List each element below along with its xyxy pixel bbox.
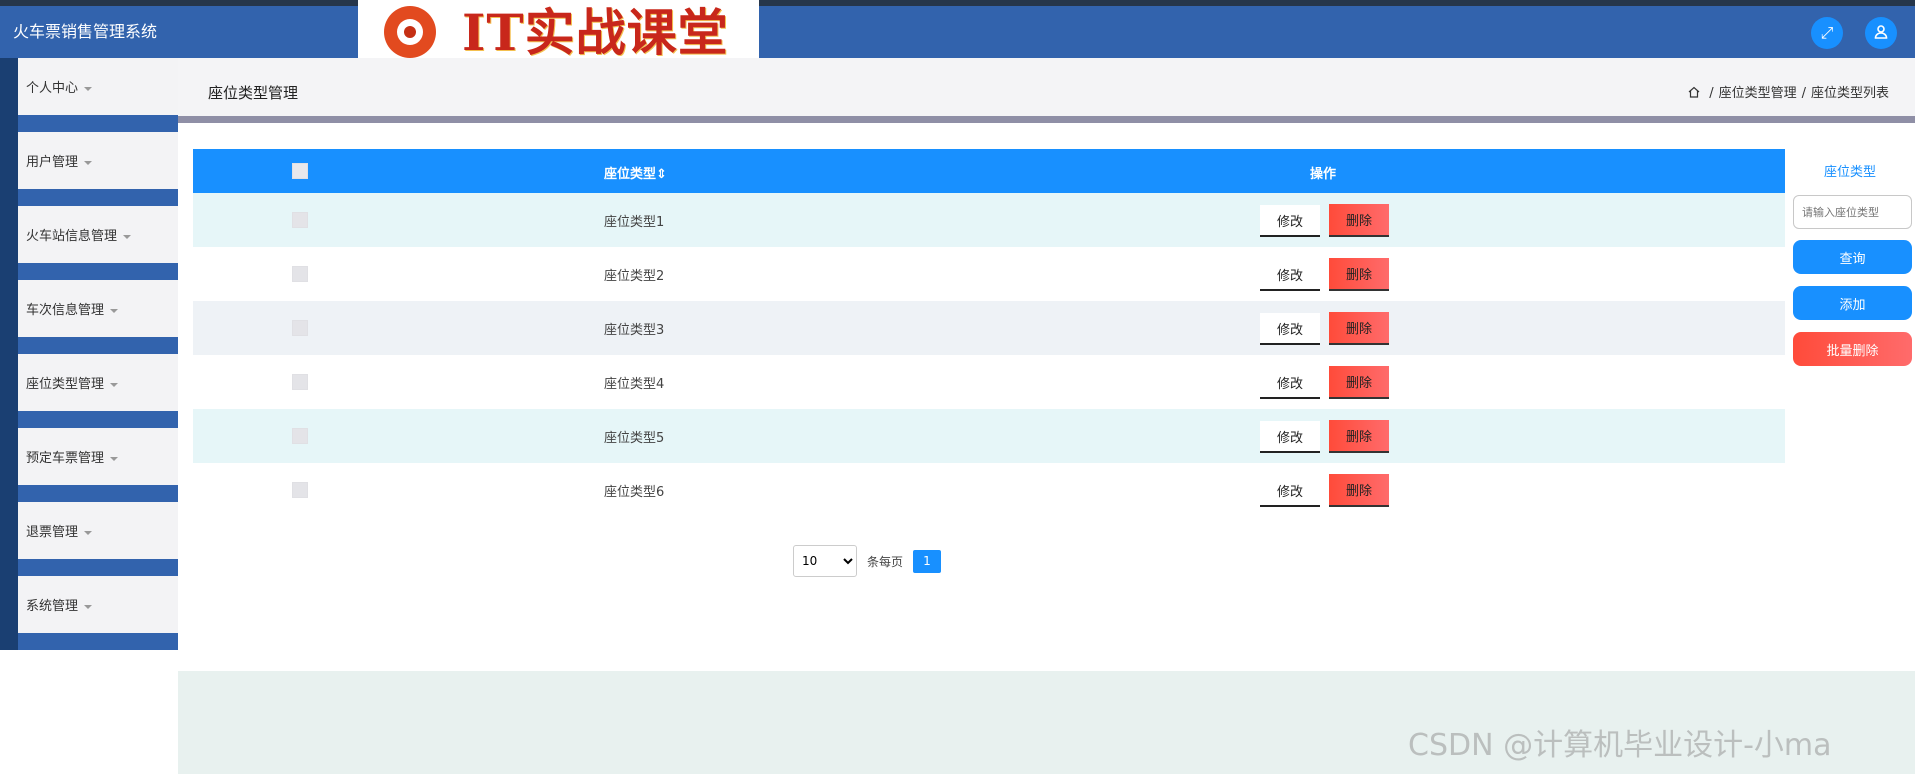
title-bar: 座位类型管理 / 座位类型管理 / 座位类型列表 bbox=[178, 58, 1915, 123]
table-row: 座位类型5 修改 删除 bbox=[193, 409, 1785, 463]
delete-button[interactable]: 删除 bbox=[1329, 366, 1389, 399]
edit-button[interactable]: 修改 bbox=[1260, 259, 1320, 291]
sidebar-item-stations[interactable]: 火车站信息管理 bbox=[0, 206, 178, 280]
caret-down-icon bbox=[110, 382, 119, 387]
caret-down-icon bbox=[84, 604, 93, 609]
column-header-seat-type[interactable]: 座位类型⇕ bbox=[604, 163, 667, 182]
sidebar-item-label: 个人中心 bbox=[26, 81, 79, 96]
sidebar-item-label: 退票管理 bbox=[26, 525, 79, 540]
title-divider bbox=[178, 116, 1915, 123]
table-header: 座位类型⇕ 操作 bbox=[193, 149, 1785, 193]
top-bar: 火车票销售管理系统 ⤢ bbox=[0, 6, 1915, 58]
sidebar-item-refunds[interactable]: 退票管理 bbox=[0, 502, 178, 576]
caret-down-icon bbox=[110, 308, 119, 313]
edit-button[interactable]: 修改 bbox=[1260, 367, 1320, 399]
select-all-checkbox[interactable] bbox=[292, 163, 308, 179]
seat-type-name: 座位类型5 bbox=[604, 431, 665, 446]
seat-type-table: 座位类型⇕ 操作 座位类型1 修改 删除 座位类型2 修改 删除 座位类型3 修… bbox=[193, 149, 1785, 517]
sidebar-item-label: 座位类型管理 bbox=[26, 377, 105, 392]
add-button[interactable]: 添加 bbox=[1793, 286, 1912, 320]
user-icon[interactable] bbox=[1865, 17, 1897, 49]
content-panel: 座位类型⇕ 操作 座位类型1 修改 删除 座位类型2 修改 删除 座位类型3 修… bbox=[178, 123, 1915, 671]
caret-down-icon bbox=[84, 160, 93, 165]
column-header-operation: 操作 bbox=[1310, 167, 1337, 182]
delete-button[interactable]: 删除 bbox=[1329, 312, 1389, 345]
row-checkbox[interactable] bbox=[292, 374, 308, 390]
table-row: 座位类型6 修改 删除 bbox=[193, 463, 1785, 517]
page-number-button[interactable]: 1 bbox=[913, 550, 941, 573]
sidebar-item-label: 火车站信息管理 bbox=[26, 229, 118, 244]
sidebar-item-label: 系统管理 bbox=[26, 599, 79, 614]
query-button[interactable]: 查询 bbox=[1793, 240, 1912, 274]
seat-type-name: 座位类型2 bbox=[604, 269, 665, 284]
logo-banner: IT实战课堂 bbox=[358, 0, 759, 64]
main-area: 座位类型管理 / 座位类型管理 / 座位类型列表 座位类型⇕ 操作 座位类型1 修改 … bbox=[178, 58, 1915, 774]
seat-type-name: 座位类型6 bbox=[604, 485, 665, 500]
delete-button[interactable]: 删除 bbox=[1329, 204, 1389, 237]
edit-button[interactable]: 修改 bbox=[1260, 313, 1320, 345]
edit-button[interactable]: 修改 bbox=[1260, 205, 1320, 237]
seat-type-search-input[interactable] bbox=[1793, 195, 1912, 229]
logo-icon bbox=[384, 6, 436, 58]
row-checkbox[interactable] bbox=[292, 482, 308, 498]
delete-button[interactable]: 删除 bbox=[1329, 420, 1389, 453]
caret-down-icon bbox=[84, 530, 93, 535]
seat-type-name: 座位类型3 bbox=[604, 323, 665, 338]
sidebar-item-label: 预定车票管理 bbox=[26, 451, 105, 466]
sidebar-item-users[interactable]: 用户管理 bbox=[0, 132, 178, 206]
sort-icon[interactable]: ⇕ bbox=[656, 167, 667, 182]
delete-button[interactable]: 删除 bbox=[1329, 258, 1389, 291]
breadcrumb-item[interactable]: 座位类型管理 bbox=[1719, 86, 1797, 101]
batch-delete-button[interactable]: 批量删除 bbox=[1793, 332, 1912, 366]
home-icon[interactable] bbox=[1688, 86, 1700, 98]
sidebar-item-seat-types[interactable]: 座位类型管理 bbox=[0, 354, 178, 428]
sidebar-item-trains[interactable]: 车次信息管理 bbox=[0, 280, 178, 354]
sidebar: 个人中心 用户管理 火车站信息管理 车次信息管理 座位类型管理 预定车票管理 退… bbox=[0, 58, 178, 774]
breadcrumb-item: 座位类型列表 bbox=[1810, 86, 1889, 101]
caret-down-icon bbox=[110, 456, 119, 461]
page-title: 座位类型管理 bbox=[208, 84, 299, 102]
caret-down-icon bbox=[123, 234, 132, 239]
watermark: CSDN @计算机毕业设计-小ma bbox=[1408, 728, 1832, 763]
sidebar-item-label: 用户管理 bbox=[26, 155, 79, 170]
row-checkbox[interactable] bbox=[292, 266, 308, 282]
table-row: 座位类型2 修改 删除 bbox=[193, 247, 1785, 301]
edit-button[interactable]: 修改 bbox=[1260, 421, 1320, 453]
search-label: 座位类型 bbox=[1823, 165, 1876, 180]
table-row: 座位类型1 修改 删除 bbox=[193, 193, 1785, 247]
caret-down-icon bbox=[84, 86, 93, 91]
table-row: 座位类型3 修改 删除 bbox=[193, 301, 1785, 355]
sidebar-item-label: 车次信息管理 bbox=[26, 303, 105, 318]
seat-type-name: 座位类型4 bbox=[604, 377, 665, 392]
expand-icon[interactable]: ⤢ bbox=[1811, 17, 1843, 49]
sidebar-item-system[interactable]: 系统管理 bbox=[0, 576, 178, 650]
edit-button[interactable]: 修改 bbox=[1260, 475, 1320, 507]
row-checkbox[interactable] bbox=[292, 212, 308, 228]
sidebar-item-personal-center[interactable]: 个人中心 bbox=[0, 58, 178, 132]
logo-text: IT实战课堂 bbox=[462, 3, 729, 62]
delete-button[interactable]: 删除 bbox=[1329, 474, 1389, 507]
page-size-select[interactable]: 10 bbox=[793, 545, 857, 577]
sidebar-item-bookings[interactable]: 预定车票管理 bbox=[0, 428, 178, 502]
seat-type-name: 座位类型1 bbox=[604, 215, 665, 230]
row-checkbox[interactable] bbox=[292, 428, 308, 444]
table-row: 座位类型4 修改 删除 bbox=[193, 355, 1785, 409]
breadcrumb: / 座位类型管理 / 座位类型列表 bbox=[1688, 82, 1889, 101]
app-title: 火车票销售管理系统 bbox=[13, 22, 158, 41]
row-checkbox[interactable] bbox=[292, 320, 308, 336]
